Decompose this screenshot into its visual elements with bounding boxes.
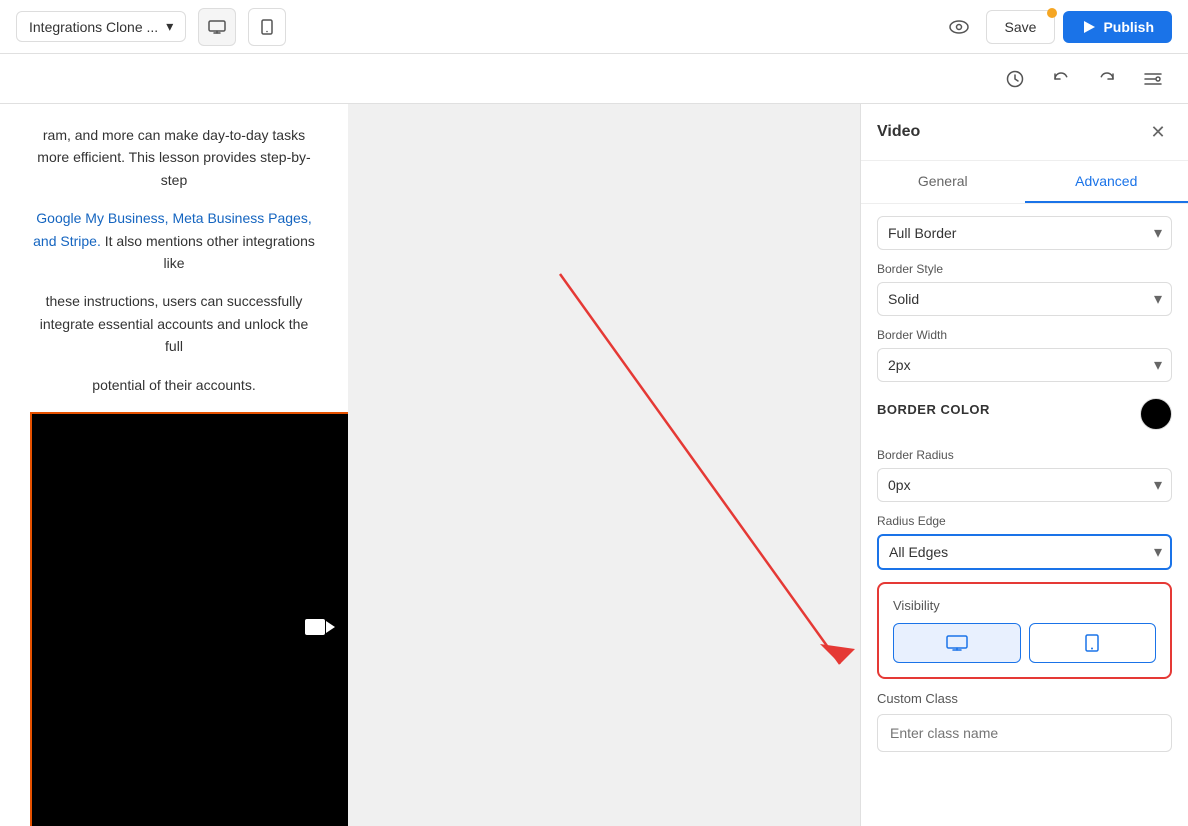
- tab-general[interactable]: General: [861, 161, 1025, 203]
- desktop-view-button[interactable]: [198, 8, 236, 46]
- publish-button[interactable]: Publish: [1063, 11, 1172, 43]
- panel-title: Video: [877, 123, 920, 141]
- history-button[interactable]: [996, 60, 1034, 98]
- custom-class-input[interactable]: [877, 714, 1172, 752]
- top-bar-right: Save Publish: [940, 8, 1172, 46]
- desktop-visibility-button[interactable]: [893, 623, 1021, 663]
- border-width-select[interactable]: 1px 2px 3px 4px 5px: [877, 348, 1172, 382]
- border-width-group: Border Width 1px 2px 3px 4px 5px: [877, 328, 1172, 382]
- border-type-select-wrapper: Full Border No Border Top Bottom Left Ri…: [877, 216, 1172, 250]
- redo-button[interactable]: [1088, 60, 1126, 98]
- radius-edge-select-wrapper: All Edges Top Left Top Right Bottom Left…: [877, 534, 1172, 570]
- border-style-select[interactable]: Solid Dashed Dotted: [877, 282, 1172, 316]
- canvas-text-4: potential of their accounts.: [30, 374, 318, 396]
- border-type-select[interactable]: Full Border No Border Top Bottom Left Ri…: [877, 216, 1172, 250]
- radius-edge-select[interactable]: All Edges Top Left Top Right Bottom Left…: [877, 534, 1172, 570]
- visibility-label: Visibility: [893, 598, 1156, 613]
- radius-edge-label: Radius Edge: [877, 514, 1172, 528]
- border-color-row: BORDER COLOR: [877, 394, 1172, 434]
- border-color-label: BORDER COLOR: [877, 402, 990, 417]
- border-style-label: Border Style: [877, 262, 1172, 276]
- tablet-visibility-button[interactable]: [1029, 623, 1157, 663]
- radius-edge-group: Radius Edge All Edges Top Left Top Right…: [877, 514, 1172, 570]
- project-selector[interactable]: Integrations Clone ... ▾: [16, 11, 186, 42]
- eye-button[interactable]: [940, 8, 978, 46]
- undo-button[interactable]: [1042, 60, 1080, 98]
- panel-close-button[interactable]: ✕: [1144, 118, 1172, 146]
- unsaved-indicator: [1047, 8, 1057, 18]
- canvas-text-3: these instructions, users can successful…: [30, 290, 318, 357]
- secondary-bar: [0, 54, 1188, 104]
- canvas-text-1: ram, and more can make day-to-day tasks …: [30, 124, 318, 191]
- border-radius-select-wrapper: 0px 4px 8px 12px 16px 50%: [877, 468, 1172, 502]
- border-radius-label: Border Radius: [877, 448, 1172, 462]
- visibility-buttons: [893, 623, 1156, 663]
- border-width-select-wrapper: 1px 2px 3px 4px 5px: [877, 348, 1172, 382]
- custom-class-group: Custom Class: [877, 691, 1172, 752]
- settings-toggle-button[interactable]: [1134, 60, 1172, 98]
- tablet-view-button[interactable]: [248, 8, 286, 46]
- canvas-content: ram, and more can make day-to-day tasks …: [0, 104, 348, 826]
- tab-advanced[interactable]: Advanced: [1025, 161, 1188, 203]
- border-style-group: Border Style Solid Dashed Dotted: [877, 262, 1172, 316]
- video-element[interactable]: VIDEO: [30, 412, 348, 826]
- top-bar: Integrations Clone ... ▾ Save Pu: [0, 0, 1188, 54]
- border-style-select-wrapper: Solid Dashed Dotted: [877, 282, 1172, 316]
- right-panel: Video ✕ General Advanced Full Border No …: [860, 104, 1188, 826]
- border-radius-group: Border Radius 0px 4px 8px 12px 16px 50%: [877, 448, 1172, 502]
- panel-header: Video ✕: [861, 104, 1188, 161]
- top-bar-left: Integrations Clone ... ▾: [16, 8, 286, 46]
- chevron-down-icon: ▾: [166, 18, 173, 35]
- panel-tabs: General Advanced: [861, 161, 1188, 204]
- border-radius-select[interactable]: 0px 4px 8px 12px 16px 50%: [877, 468, 1172, 502]
- canvas-text-2: Google My Business, Meta Business Pages,…: [30, 207, 318, 274]
- save-button[interactable]: Save: [986, 10, 1056, 44]
- visibility-section: Visibility: [877, 582, 1172, 679]
- border-width-label: Border Width: [877, 328, 1172, 342]
- video-play-icon: [305, 616, 335, 638]
- border-type-group: Full Border No Border Top Bottom Left Ri…: [877, 216, 1172, 250]
- panel-body: Full Border No Border Top Bottom Left Ri…: [861, 204, 1188, 776]
- border-color-swatch[interactable]: [1140, 398, 1172, 430]
- custom-class-label: Custom Class: [877, 691, 1172, 706]
- project-name: Integrations Clone ...: [29, 19, 158, 35]
- canvas-area: ram, and more can make day-to-day tasks …: [0, 104, 348, 826]
